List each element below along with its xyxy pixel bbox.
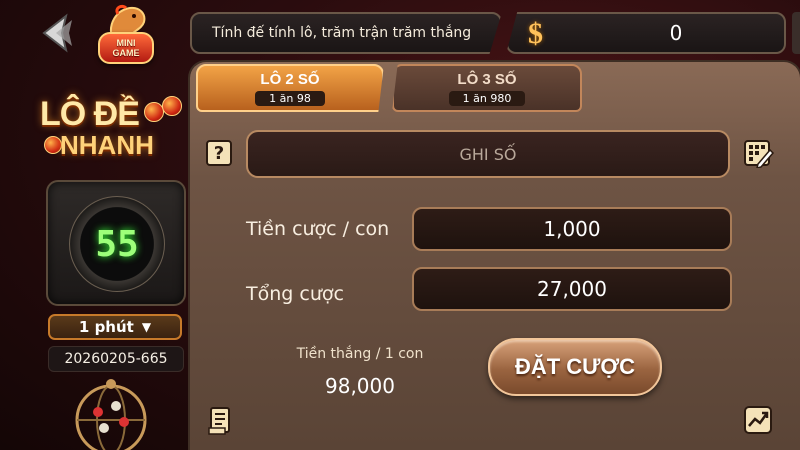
tab-label: LÔ 2 SỐ [260, 70, 320, 88]
marquee-text: Tính đế tính lô, trăm trận trăm thắng [212, 25, 472, 41]
win-per-number-label: Tiền thắng / 1 con [296, 346, 424, 362]
lottery-ball-icon [162, 96, 182, 116]
game-logo: LÔ ĐỀ NHANH [36, 96, 188, 166]
total-bet-label: Tổng cược [246, 283, 344, 305]
game-logo-line1: LÔ ĐỀ [40, 95, 140, 133]
tab-label: LÔ 3 SỐ [457, 70, 517, 88]
chart-icon[interactable] [744, 406, 772, 434]
timer-seconds: 55 [95, 223, 139, 265]
mini-game-logo: MINI GAME [88, 4, 160, 76]
marquee-banner: Tính đế tính lô, trăm trận trăm thắng [190, 12, 502, 54]
bet-per-number-label: Tiền cược / con [246, 218, 390, 240]
mini-game-badge-text: MINI GAME [112, 38, 140, 58]
interval-select-value: 1 phút [78, 318, 134, 336]
countdown-timer: 55 [46, 180, 186, 306]
tab-odds: 1 ăn 98 [255, 90, 325, 106]
balance-display: $ 0 [506, 12, 786, 54]
dollar-icon: $ [528, 17, 543, 50]
keypad-edit-icon[interactable] [744, 140, 775, 170]
interval-select[interactable]: 1 phút ▼ [48, 314, 182, 340]
lottery-globe-icon [66, 376, 156, 450]
back-button[interactable] [36, 12, 76, 54]
game-logo-line2: NHANH [60, 130, 154, 160]
place-bet-label: ĐẶT CƯỢC [514, 354, 636, 379]
timer-dial: 55 [69, 196, 165, 292]
help-icon[interactable]: ? [206, 140, 232, 166]
total-bet-field: 27,000 [412, 267, 732, 311]
lottery-ball-icon [144, 102, 164, 122]
total-bet-value: 27,000 [537, 277, 607, 301]
tab-lo-2-so[interactable]: LÔ 2 SỐ 1 ăn 98 [196, 64, 384, 112]
back-arrow-icon [42, 13, 72, 53]
place-bet-button[interactable]: ĐẶT CƯỢC [488, 338, 662, 396]
number-input-placeholder: GHI SỐ [459, 144, 517, 164]
bet-per-number-value: 1,000 [543, 217, 601, 241]
chevron-down-icon: ▼ [141, 320, 152, 334]
history-list-icon[interactable] [208, 406, 234, 436]
tab-odds: 1 ăn 980 [448, 90, 526, 106]
number-input[interactable]: GHI SỐ [246, 130, 730, 178]
win-per-number-value: 98,000 [325, 374, 395, 398]
bet-per-number-input[interactable]: 1,000 [412, 207, 732, 251]
session-id: 20260205-665 [48, 346, 184, 372]
tab-lo-3-so[interactable]: LÔ 3 SỐ 1 ăn 980 [392, 64, 582, 112]
side-edge [792, 12, 800, 54]
balance-amount: 0 [669, 21, 683, 45]
